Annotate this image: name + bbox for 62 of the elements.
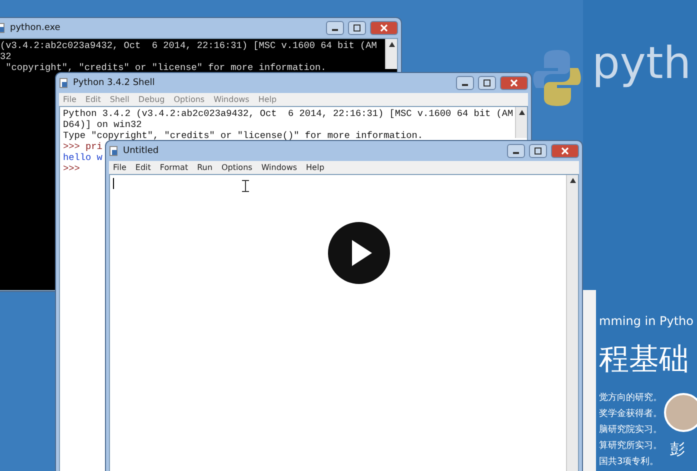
arrow-up-icon	[570, 178, 576, 183]
console-line: >>> pri	[63, 141, 102, 152]
console-line: Type "copyright", "credits" or "license()" for more information.	[63, 130, 424, 141]
slide-bullet: 算研究所实习。	[599, 440, 662, 452]
maximize-button[interactable]	[478, 76, 496, 90]
window-title: python.exe	[10, 23, 62, 33]
menu-item[interactable]: File	[113, 163, 126, 172]
close-button[interactable]	[551, 144, 579, 158]
menu-item[interactable]: Help	[306, 163, 324, 172]
maximize-button[interactable]	[529, 144, 547, 158]
menu-item[interactable]: Run	[197, 163, 212, 172]
maximize-icon	[483, 79, 491, 87]
console-line: "copyright", "credits" or "license" for more information.	[4, 62, 326, 73]
menu-item[interactable]: Format	[160, 163, 188, 172]
close-button[interactable]	[500, 76, 528, 90]
menu-item[interactable]: Debug	[138, 95, 165, 104]
scrollbar[interactable]	[515, 107, 527, 138]
close-button[interactable]	[370, 21, 398, 35]
console-line: >>>	[63, 163, 80, 174]
python-logo-icon	[532, 48, 582, 108]
menu-item[interactable]: File	[63, 95, 76, 104]
minimize-button[interactable]	[326, 21, 344, 35]
menu-item[interactable]: Windows	[214, 95, 250, 104]
slide-bullet: 觉方向的研究。	[599, 392, 662, 404]
close-icon	[510, 79, 518, 87]
menu-item[interactable]: Options	[174, 95, 205, 104]
menu-item[interactable]: Windows	[261, 163, 298, 172]
slide-heading: 程基础	[599, 341, 689, 379]
slide-bullet: 奖学金获得者。	[599, 408, 662, 420]
menu-item[interactable]: Options	[221, 163, 252, 172]
arrow-up-icon	[519, 110, 525, 115]
close-icon	[561, 147, 569, 155]
play-button[interactable]	[328, 222, 390, 284]
slide-bullet: 脑研究院实习。	[599, 424, 662, 436]
maximize-icon	[353, 24, 361, 32]
console-line: Python 3.4.2 (v3.4.2:ab2c023a9432, Oct 6 2014, 22:16:31) [MSC v.1600 64 bit (AM	[63, 108, 514, 119]
console-line: D64)] on win32	[63, 119, 142, 130]
maximize-button[interactable]	[348, 21, 366, 35]
menu-item[interactable]: Shell	[110, 95, 130, 104]
console-line: 32	[0, 51, 12, 62]
slide-bullet: 国共3项专利。	[599, 456, 659, 468]
text-cursor	[113, 178, 114, 189]
logo-text: pyth	[592, 38, 692, 89]
arrow-up-icon	[389, 42, 395, 47]
scrollbar[interactable]	[566, 175, 578, 471]
python-file-icon	[59, 78, 69, 88]
console-line: (v3.4.2:ab2c023a9432, Oct 6 2014, 22:16:31) [MSC v.1600 64 bit (AM	[0, 40, 377, 51]
text-cursor-icon	[242, 180, 249, 192]
presenter-name: 彭	[670, 440, 685, 459]
maximize-icon	[534, 147, 542, 155]
menu-item[interactable]: Edit	[85, 95, 101, 104]
menu-item[interactable]: Help	[258, 95, 277, 104]
minimize-button[interactable]	[507, 144, 525, 158]
python-file-icon	[109, 146, 119, 156]
close-icon	[380, 24, 388, 32]
window-title: Python 3.4.2 Shell	[73, 78, 156, 88]
console-line: hello w	[63, 152, 102, 163]
menu-item[interactable]: Edit	[135, 163, 151, 172]
window-title: Untitled	[123, 146, 160, 156]
scrollbar[interactable]	[385, 39, 397, 69]
minimize-button[interactable]	[456, 76, 474, 90]
slide-subtitle: mming in Pytho	[599, 314, 694, 328]
